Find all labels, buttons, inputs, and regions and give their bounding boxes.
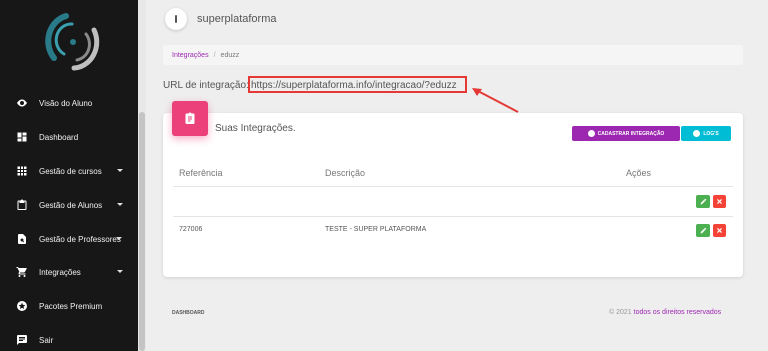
sidebar-item-sair[interactable]: Sair (0, 327, 138, 351)
table-divider (173, 216, 733, 217)
breadcrumb: Integrações / eduzz (163, 45, 743, 65)
sidebar-item-label: Sair (39, 335, 54, 345)
logs-circle-icon (693, 130, 701, 137)
table-cell-description: TESTE - SUPER PLATAFORMA (325, 226, 427, 233)
chevron-down-icon (117, 203, 123, 206)
sidebar-item-gestao-de-cursos[interactable]: Gestão de cursos (0, 158, 138, 184)
chevron-down-icon (116, 237, 122, 240)
sidebar-item-gestao-de-alunos[interactable]: Gestão de Alunos (0, 192, 138, 218)
cart-icon (16, 266, 28, 278)
integration-url-label: URL de integração: (163, 80, 249, 91)
pencil-icon (700, 198, 706, 205)
logs-button[interactable]: LOG'S (681, 126, 731, 141)
clipboard-icon (16, 199, 28, 211)
column-header-referencia: Referência (179, 168, 223, 178)
sidebar-item-integracoes[interactable]: Integrações (0, 259, 138, 285)
card-title: Suas Integrações. (215, 123, 296, 134)
sidebar-item-dashboard[interactable]: Dashboard (0, 124, 138, 150)
dashboard-icon (16, 131, 28, 143)
breadcrumb-link-integracoes[interactable]: Integrações (172, 52, 209, 59)
sidebar-item-label: Integrações (39, 267, 81, 277)
table-cell-reference: 727006 (179, 226, 203, 233)
delete-button[interactable] (713, 224, 726, 237)
edit-button[interactable] (696, 195, 710, 208)
annotation-arrow-icon (472, 88, 519, 113)
sidebar-item-label: Gestão de Professores (39, 234, 121, 244)
grid-icon (16, 165, 28, 177)
search-doc-icon (16, 233, 28, 245)
chevron-down-icon (117, 270, 123, 273)
copyright-year: © 2021 (609, 309, 632, 316)
delete-button[interactable] (713, 195, 726, 208)
column-header-descricao: Descrição (325, 168, 366, 178)
footer-copyright: © 2021 todos os direitos reservados (609, 309, 721, 316)
logs-label: LOG'S (703, 130, 719, 137)
more-vertical-icon (175, 15, 177, 23)
integration-url-value[interactable]: https://superplataforma.info/integracao/… (251, 80, 457, 91)
sidebar-item-visao-do-aluno[interactable]: Visão do Aluno (0, 90, 138, 116)
eye-icon (16, 97, 28, 109)
menu-toggle-button[interactable] (165, 8, 187, 30)
card-header-icon (172, 101, 208, 136)
breadcrumb-current: eduzz (220, 51, 240, 59)
breadcrumb-separator: / (213, 51, 216, 59)
sidebar-scrollbar-thumb[interactable] (139, 112, 145, 351)
sidebar-item-label: Visão do Aluno (39, 98, 93, 108)
sidebar-item-label: Gestão de cursos (39, 166, 102, 176)
chevron-down-icon (117, 169, 123, 172)
sidebar-item-label: Pacotes Premium (39, 301, 103, 311)
star-circle-icon (16, 300, 28, 312)
close-icon (717, 199, 722, 204)
sidebar: Visão do Aluno Dashboard Gestão de curso… (0, 0, 138, 351)
sidebar-item-pacotes-premium[interactable]: Pacotes Premium (0, 293, 138, 319)
chat-icon (16, 334, 28, 346)
clipboard-icon (185, 112, 195, 124)
column-header-acoes: Ações (626, 168, 652, 178)
sidebar-item-label: Dashboard (39, 132, 79, 142)
edit-button[interactable] (696, 224, 710, 237)
sidebar-item-label: Gestão de Alunos (39, 200, 103, 210)
register-integration-label: CADASTRAR INTEGRAÇÃO (597, 130, 665, 137)
close-icon (717, 228, 722, 233)
brand-name: superplataforma (197, 13, 277, 25)
sidebar-item-gestao-de-professores[interactable]: Gestão de Professores (0, 226, 138, 252)
table-divider (173, 186, 733, 187)
add-circle-icon (587, 130, 595, 137)
footer-dashboard-link[interactable]: DASHBOARD (172, 310, 205, 316)
logo-icon (45, 13, 100, 71)
pencil-icon (700, 227, 706, 234)
register-integration-button[interactable]: CADASTRAR INTEGRAÇÃO (572, 126, 680, 141)
copyright-text: todos os direitos reservados (633, 309, 722, 316)
